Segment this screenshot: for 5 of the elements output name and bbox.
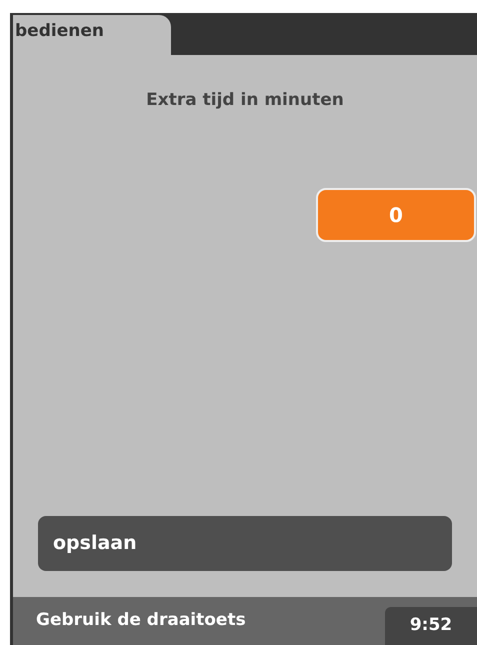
status-hint: Gebruik de draaitoets bbox=[35, 609, 247, 632]
save-button[interactable]: opslaan bbox=[38, 516, 452, 571]
tab[interactable]: bedienen bbox=[13, 15, 171, 55]
clock: 9:52 bbox=[385, 607, 477, 645]
setting-label: Extra tijd in minuten bbox=[145, 89, 345, 112]
